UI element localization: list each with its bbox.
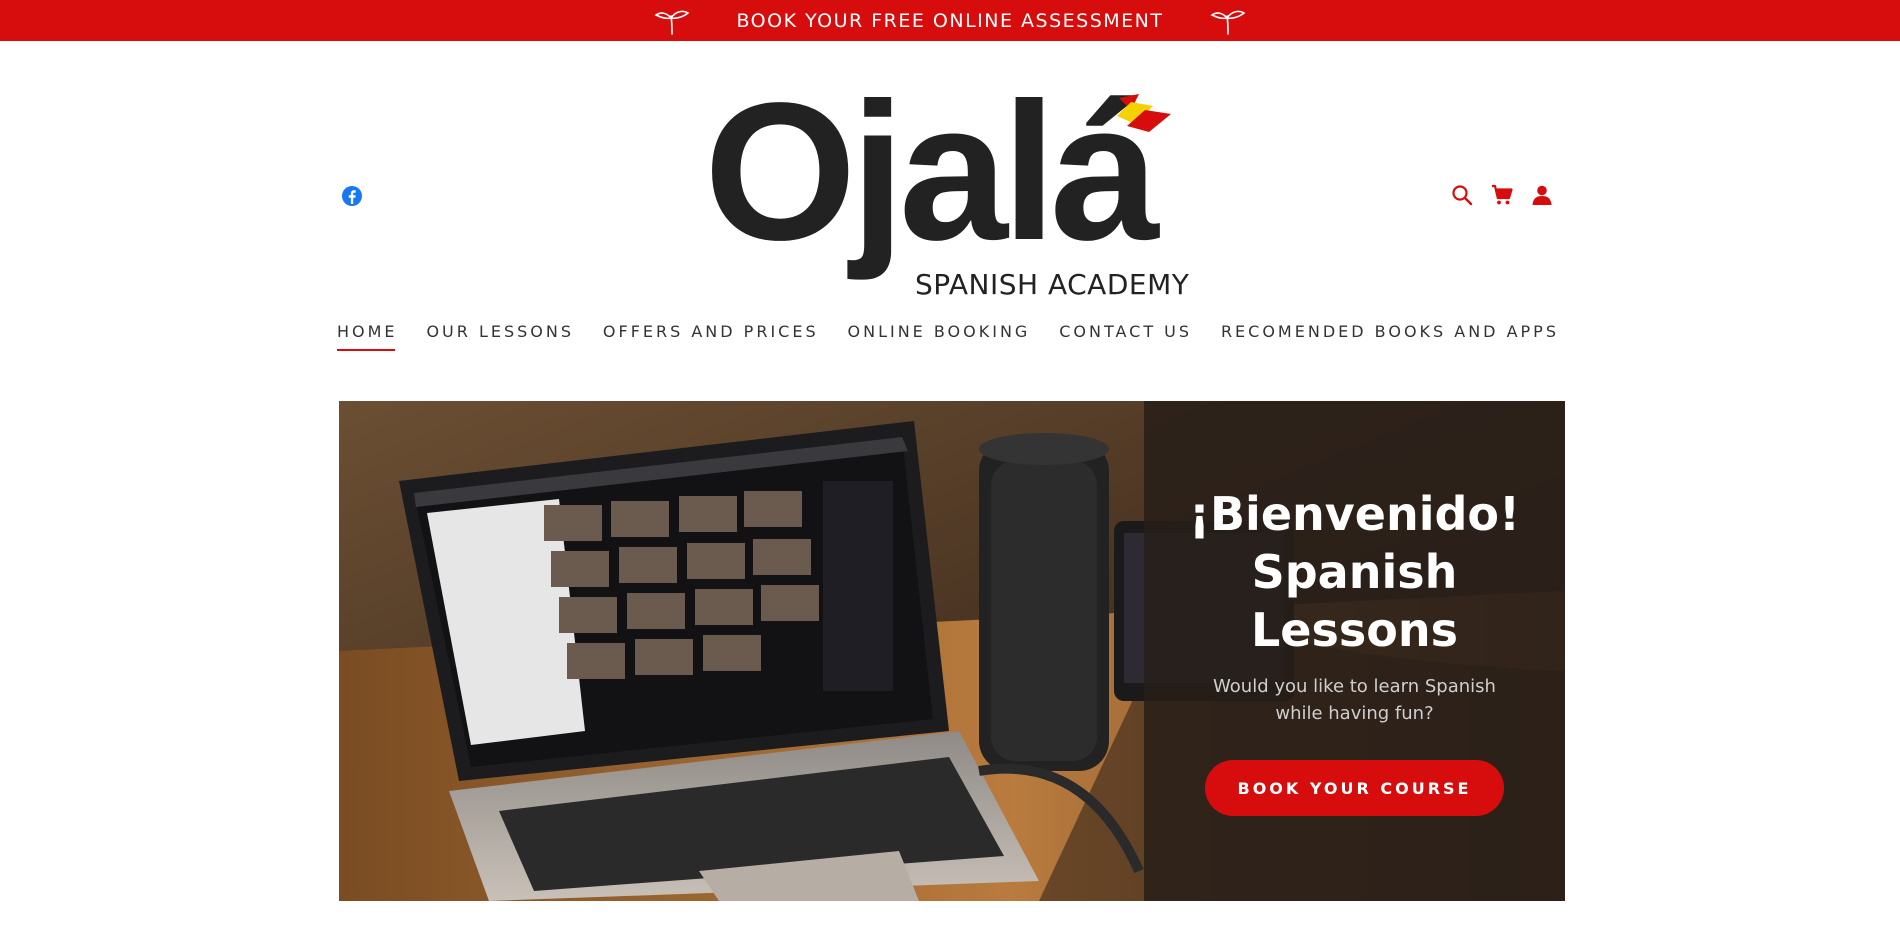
logo-subtitle: SPANISH ACADEMY [915, 268, 1190, 301]
nav-item-offers-and-prices[interactable]: OFFERS AND PRICES [603, 322, 819, 351]
site-logo[interactable]: Ojalá SPANISH ACADEMY [704, 74, 1190, 304]
facebook-icon [342, 186, 362, 206]
search-icon[interactable] [1450, 183, 1474, 207]
hero-panel: ¡Bienvenido! Spanish Lessons Would you l… [1144, 401, 1565, 901]
hero-title-line: Lessons [1251, 603, 1458, 657]
nav-item-our-lessons[interactable]: OUR LESSONS [426, 322, 574, 351]
hero-title: ¡Bienvenido! Spanish Lessons [1144, 485, 1565, 659]
account-icon[interactable] [1530, 183, 1554, 207]
hero-title-line: ¡Bienvenido! [1189, 487, 1520, 541]
promo-text[interactable]: BOOK YOUR FREE ONLINE ASSESSMENT [736, 10, 1163, 32]
flag-accent-icon [1117, 94, 1171, 132]
hero-section: ¡Bienvenido! Spanish Lessons Would you l… [339, 401, 1565, 901]
nav-item-home[interactable]: HOME [337, 322, 398, 351]
book-course-button[interactable]: BOOK YOUR COURSE [1205, 760, 1504, 816]
hero-subtitle: Would you like to learn Spanish while ha… [1213, 676, 1496, 724]
sprout-icon [1209, 10, 1245, 35]
sprout-icon [654, 10, 690, 35]
hero-title-line: Spanish [1251, 545, 1458, 599]
nav-item-contact-us[interactable]: CONTACT US [1059, 322, 1192, 351]
main-nav: HOME OUR LESSONS OFFERS AND PRICES ONLIN… [337, 322, 1559, 351]
nav-item-recommended-books[interactable]: RECOMENDED BOOKS AND APPS [1221, 322, 1559, 351]
header-actions [1450, 183, 1554, 207]
promo-bar[interactable]: BOOK YOUR FREE ONLINE ASSESSMENT [0, 0, 1900, 41]
nav-item-online-booking[interactable]: ONLINE BOOKING [848, 322, 1031, 351]
cart-icon[interactable] [1490, 183, 1514, 207]
facebook-link[interactable] [340, 184, 364, 208]
logo-wordmark: Ojalá [704, 62, 1159, 281]
